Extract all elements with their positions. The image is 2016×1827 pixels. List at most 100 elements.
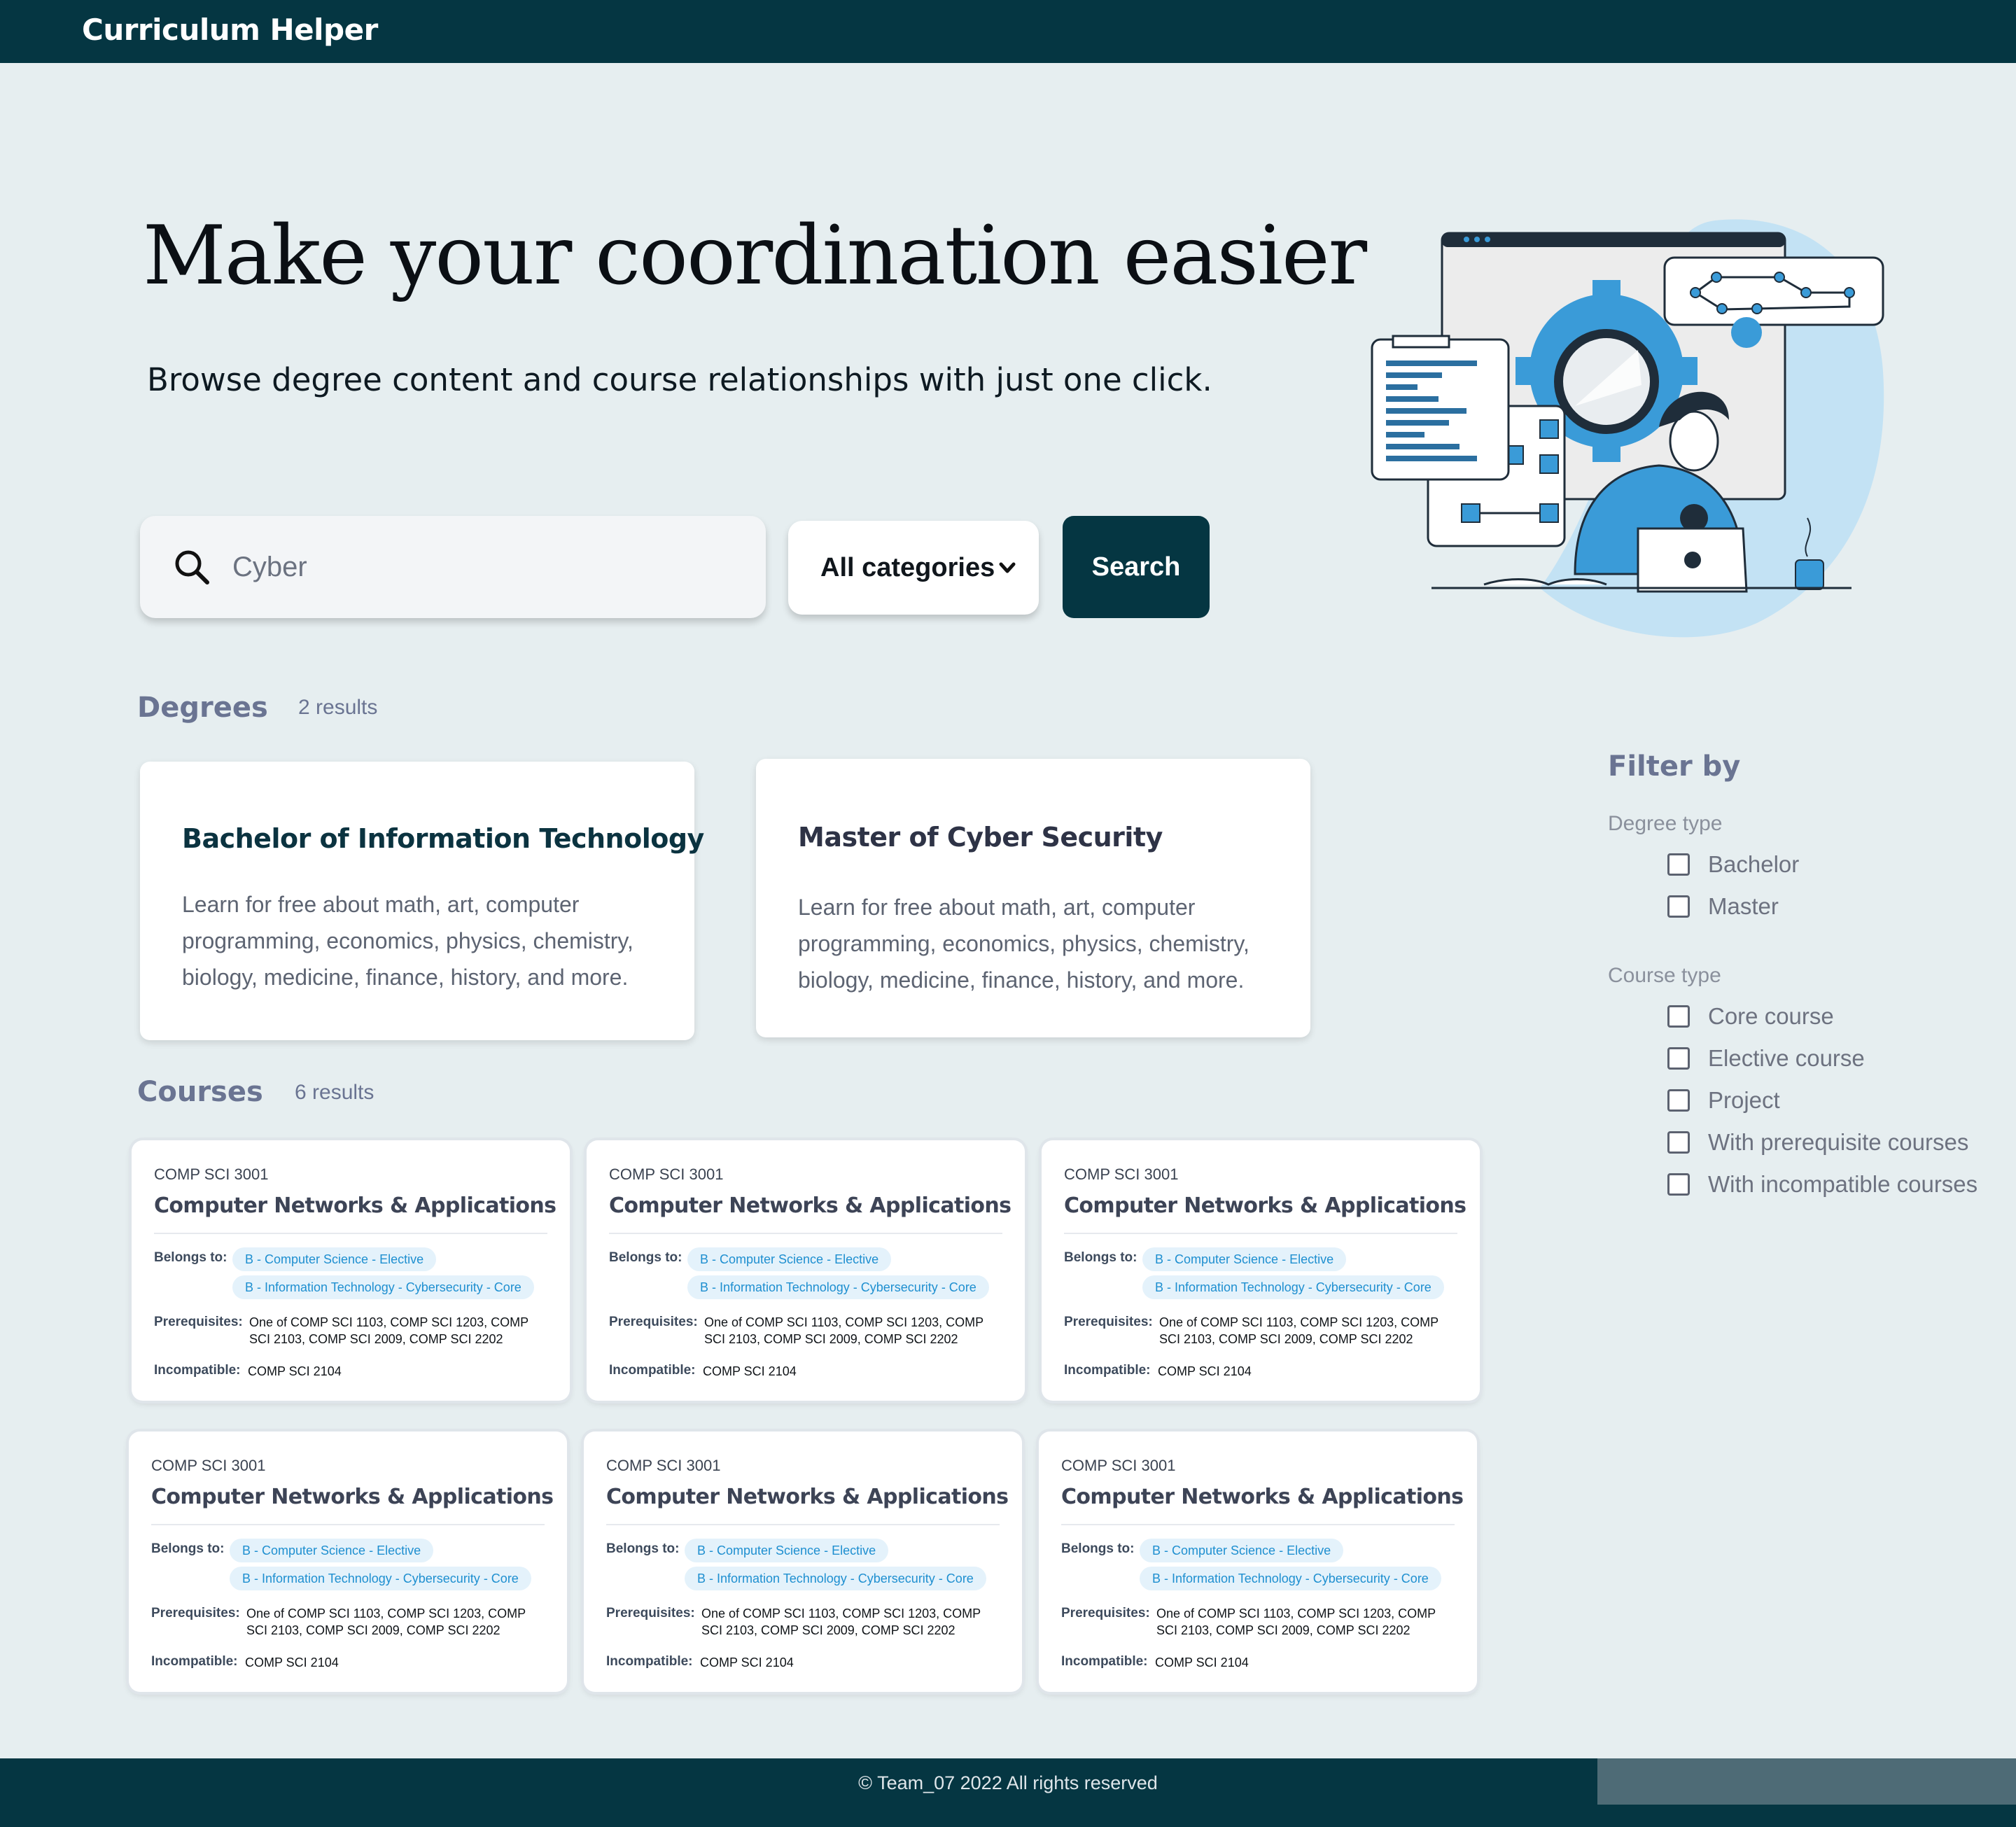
filter-option-bachelor[interactable]: Bachelor xyxy=(1667,851,1799,878)
course-title: Computer Networks & Applications xyxy=(606,1485,1009,1509)
incompatible-value: COMP SCI 2104 xyxy=(245,1656,339,1670)
course-code: COMP SCI 3001 xyxy=(606,1457,721,1474)
prerequisites-value: One of COMP SCI 1103, COMP SCI 1203, COM… xyxy=(1156,1606,1436,1637)
prerequisites-label: Prerequisites: xyxy=(1064,1315,1153,1329)
courses-section-title: Courses xyxy=(137,1076,263,1108)
program-tag[interactable]: B - Information Technology - Cybersecuri… xyxy=(1142,1275,1444,1299)
course-code: COMP SCI 3001 xyxy=(609,1166,724,1183)
incompatible-value: COMP SCI 2104 xyxy=(1155,1656,1249,1670)
checkbox[interactable] xyxy=(1667,1047,1690,1070)
belongs-to-label: Belongs to: xyxy=(609,1250,682,1265)
prerequisites-value: One of COMP SCI 1103, COMP SCI 1203, COM… xyxy=(701,1606,981,1637)
degrees-section-title: Degrees xyxy=(137,692,268,724)
program-tag[interactable]: B - Computer Science - Elective xyxy=(232,1247,437,1271)
incompatible-label: Incompatible: xyxy=(609,1363,696,1378)
prerequisites-label: Prerequisites: xyxy=(609,1315,698,1329)
course-code: COMP SCI 3001 xyxy=(1064,1166,1179,1183)
program-tag[interactable]: B - Computer Science - Elective xyxy=(1140,1539,1344,1562)
footer-copyright: © Team_07 2022 All rights reserved xyxy=(858,1772,1158,1793)
top-bar: Curriculum Helper xyxy=(0,0,2016,63)
program-tag[interactable]: B - Information Technology - Cybersecuri… xyxy=(685,1567,986,1590)
filter-option-elective-course[interactable]: Elective course xyxy=(1667,1045,1865,1072)
degree-card-description: Learn for free about math, art, computer… xyxy=(798,895,1250,993)
incompatible-value: COMP SCI 2104 xyxy=(703,1364,797,1378)
program-tag[interactable]: B - Computer Science - Elective xyxy=(1142,1247,1347,1271)
degree-card[interactable]: Bachelor of Information Technology Learn… xyxy=(140,762,704,1040)
divider xyxy=(1064,1233,1457,1234)
checkbox[interactable] xyxy=(1667,853,1690,876)
program-tag[interactable]: B - Information Technology - Cybersecuri… xyxy=(232,1275,534,1299)
filter-option-label: Project xyxy=(1708,1087,1780,1113)
prerequisites-value: One of COMP SCI 1103, COMP SCI 1203, COM… xyxy=(246,1606,526,1637)
filter-option-with-prerequisite[interactable]: With prerequisite courses xyxy=(1667,1129,1968,1156)
filter-option-master[interactable]: Master xyxy=(1667,893,1779,920)
degree-card-title: Bachelor of Information Technology xyxy=(182,823,704,854)
belongs-to-label: Belongs to: xyxy=(606,1541,680,1556)
divider xyxy=(609,1233,1002,1234)
search-box[interactable] xyxy=(140,516,766,618)
divider xyxy=(606,1524,1000,1525)
belongs-to-label: Belongs to: xyxy=(1061,1541,1135,1556)
category-select[interactable]: All categories xyxy=(788,521,1039,615)
prerequisites-label: Prerequisites: xyxy=(606,1606,695,1620)
belongs-to-label: Belongs to: xyxy=(1064,1250,1138,1265)
program-tag[interactable]: B - Computer Science - Elective xyxy=(687,1247,892,1271)
course-card[interactable]: COMP SCI 3001 Computer Networks & Applica… xyxy=(1039,1432,1477,1692)
filter-option-label: Master xyxy=(1708,893,1779,919)
filter-option-label: With prerequisite courses xyxy=(1708,1129,1969,1155)
search-button[interactable]: Search xyxy=(1063,516,1210,618)
checkbox[interactable] xyxy=(1667,1089,1690,1112)
hero-illustration xyxy=(1371,219,1884,638)
program-tag[interactable]: B - Information Technology - Cybersecuri… xyxy=(230,1567,531,1590)
incompatible-value: COMP SCI 2104 xyxy=(248,1364,342,1378)
program-tag[interactable]: B - Computer Science - Elective xyxy=(230,1539,434,1562)
search-input[interactable] xyxy=(232,551,652,583)
checkbox[interactable] xyxy=(1667,895,1690,918)
program-tag[interactable]: B - Information Technology - Cybersecuri… xyxy=(1140,1567,1441,1590)
course-code: COMP SCI 3001 xyxy=(151,1457,266,1474)
course-card[interactable]: COMP SCI 3001 Computer Networks & Applica… xyxy=(1042,1140,1480,1401)
prerequisites-label: Prerequisites: xyxy=(1061,1606,1150,1620)
filter-option-project[interactable]: Project xyxy=(1667,1087,1780,1114)
checkbox[interactable] xyxy=(1667,1005,1690,1028)
checkbox[interactable] xyxy=(1667,1131,1690,1154)
course-title: Computer Networks & Applications xyxy=(151,1485,554,1509)
incompatible-value: COMP SCI 2104 xyxy=(700,1656,794,1670)
courses-result-count: 6 results xyxy=(295,1081,374,1104)
chevron-down-icon xyxy=(999,562,1016,573)
incompatible-label: Incompatible: xyxy=(151,1654,238,1669)
course-code: COMP SCI 3001 xyxy=(1061,1457,1176,1474)
filter-title: Filter by xyxy=(1608,750,1741,783)
course-card[interactable]: COMP SCI 3001 Computer Networks & Applica… xyxy=(587,1140,1025,1401)
checkbox[interactable] xyxy=(1667,1173,1690,1196)
course-card[interactable]: COMP SCI 3001 Computer Networks & Applica… xyxy=(129,1432,567,1692)
filter-option-core-course[interactable]: Core course xyxy=(1667,1003,1834,1030)
degree-card-title: Master of Cyber Security xyxy=(798,822,1163,853)
degree-card[interactable]: Master of Cyber Security Learn for free … xyxy=(756,759,1310,1037)
category-select-value: All categories xyxy=(820,552,995,582)
program-tag[interactable]: B - Information Technology - Cybersecuri… xyxy=(687,1275,989,1299)
filter-option-label: Elective course xyxy=(1708,1045,1865,1071)
filter-option-label: Bachelor xyxy=(1708,851,1800,877)
incompatible-label: Incompatible: xyxy=(154,1363,241,1378)
app-logo[interactable]: Curriculum Helper xyxy=(82,13,378,47)
filter-option-with-incompatible[interactable]: With incompatible courses xyxy=(1667,1171,1977,1198)
belongs-to-label: Belongs to: xyxy=(151,1541,225,1556)
course-title: Computer Networks & Applications xyxy=(154,1194,556,1218)
degree-card-description: Learn for free about math, art, computer… xyxy=(182,892,634,990)
filter-option-label: Core course xyxy=(1708,1003,1834,1029)
filter-group-degree-type: Degree type xyxy=(1608,812,1723,835)
incompatible-value: COMP SCI 2104 xyxy=(1158,1364,1252,1378)
course-title: Computer Networks & Applications xyxy=(1061,1485,1464,1509)
prerequisites-label: Prerequisites: xyxy=(151,1606,240,1620)
course-code: COMP SCI 3001 xyxy=(154,1166,269,1183)
course-card[interactable]: COMP SCI 3001 Computer Networks & Applica… xyxy=(132,1140,570,1401)
program-tag[interactable]: B - Computer Science - Elective xyxy=(685,1539,889,1562)
prerequisites-value: One of COMP SCI 1103, COMP SCI 1203, COM… xyxy=(1159,1315,1438,1346)
degrees-result-count: 2 results xyxy=(298,696,378,719)
course-title: Computer Networks & Applications xyxy=(609,1194,1011,1218)
incompatible-label: Incompatible: xyxy=(606,1654,693,1669)
divider xyxy=(1061,1524,1455,1525)
footer: © Team_07 2022 All rights reserved xyxy=(0,1758,2016,1827)
course-card[interactable]: COMP SCI 3001 Computer Networks & Applica… xyxy=(584,1432,1022,1692)
